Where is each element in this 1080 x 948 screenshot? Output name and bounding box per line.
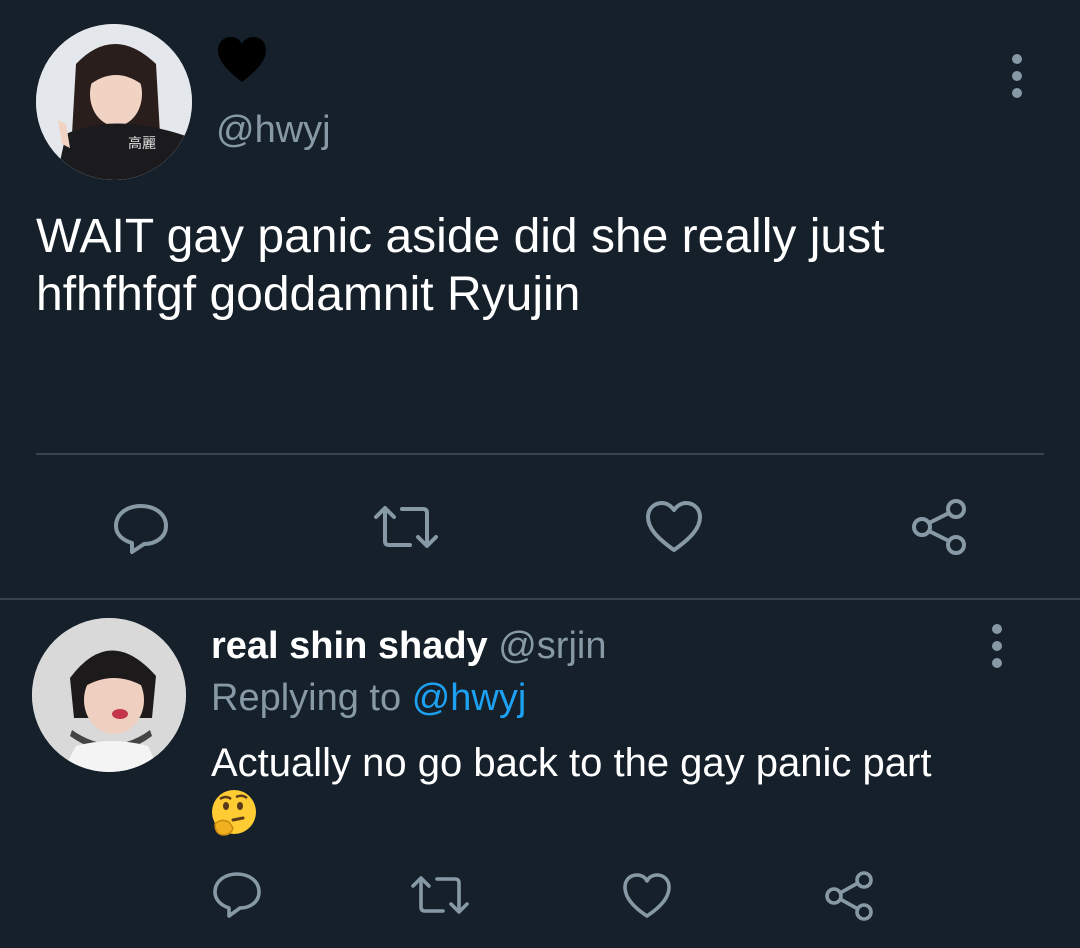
tweet-thread: 高麗 @hwyj WAIT gay panic aside did she re… — [0, 0, 1080, 948]
replying-to-mention[interactable]: @hwyj — [412, 677, 527, 719]
share-icon[interactable] — [910, 498, 968, 556]
replying-to-label: Replying to — [211, 677, 402, 719]
reply-display-name[interactable]: real shin shady — [211, 625, 488, 667]
tweet-text: WAIT gay panic aside did she really just… — [36, 210, 885, 321]
reply-header: real shin shady @srjin — [211, 622, 606, 670]
avatar[interactable] — [32, 618, 186, 772]
more-options-icon[interactable] — [987, 624, 1007, 668]
replying-to: Replying to @hwyj — [211, 674, 526, 722]
tweet-handle[interactable]: @hwyj — [216, 106, 331, 154]
svg-text:高麗: 高麗 — [128, 135, 156, 152]
more-options-icon[interactable] — [1007, 54, 1027, 98]
reply-handle[interactable]: @srjin — [498, 625, 606, 667]
avatar[interactable]: 高麗 — [36, 24, 192, 180]
divider — [0, 598, 1080, 600]
retweet-icon[interactable] — [372, 503, 440, 551]
reply-icon[interactable] — [112, 498, 170, 556]
black-heart-icon — [216, 36, 268, 84]
like-icon[interactable] — [645, 500, 703, 554]
like-icon[interactable] — [622, 872, 672, 920]
divider — [36, 453, 1044, 455]
thinking-face-icon — [209, 788, 259, 838]
reply-icon[interactable] — [212, 868, 262, 920]
retweet-icon[interactable] — [410, 874, 470, 916]
reply-text: Actually no go back to the gay panic par… — [211, 741, 932, 785]
share-icon[interactable] — [824, 870, 874, 922]
